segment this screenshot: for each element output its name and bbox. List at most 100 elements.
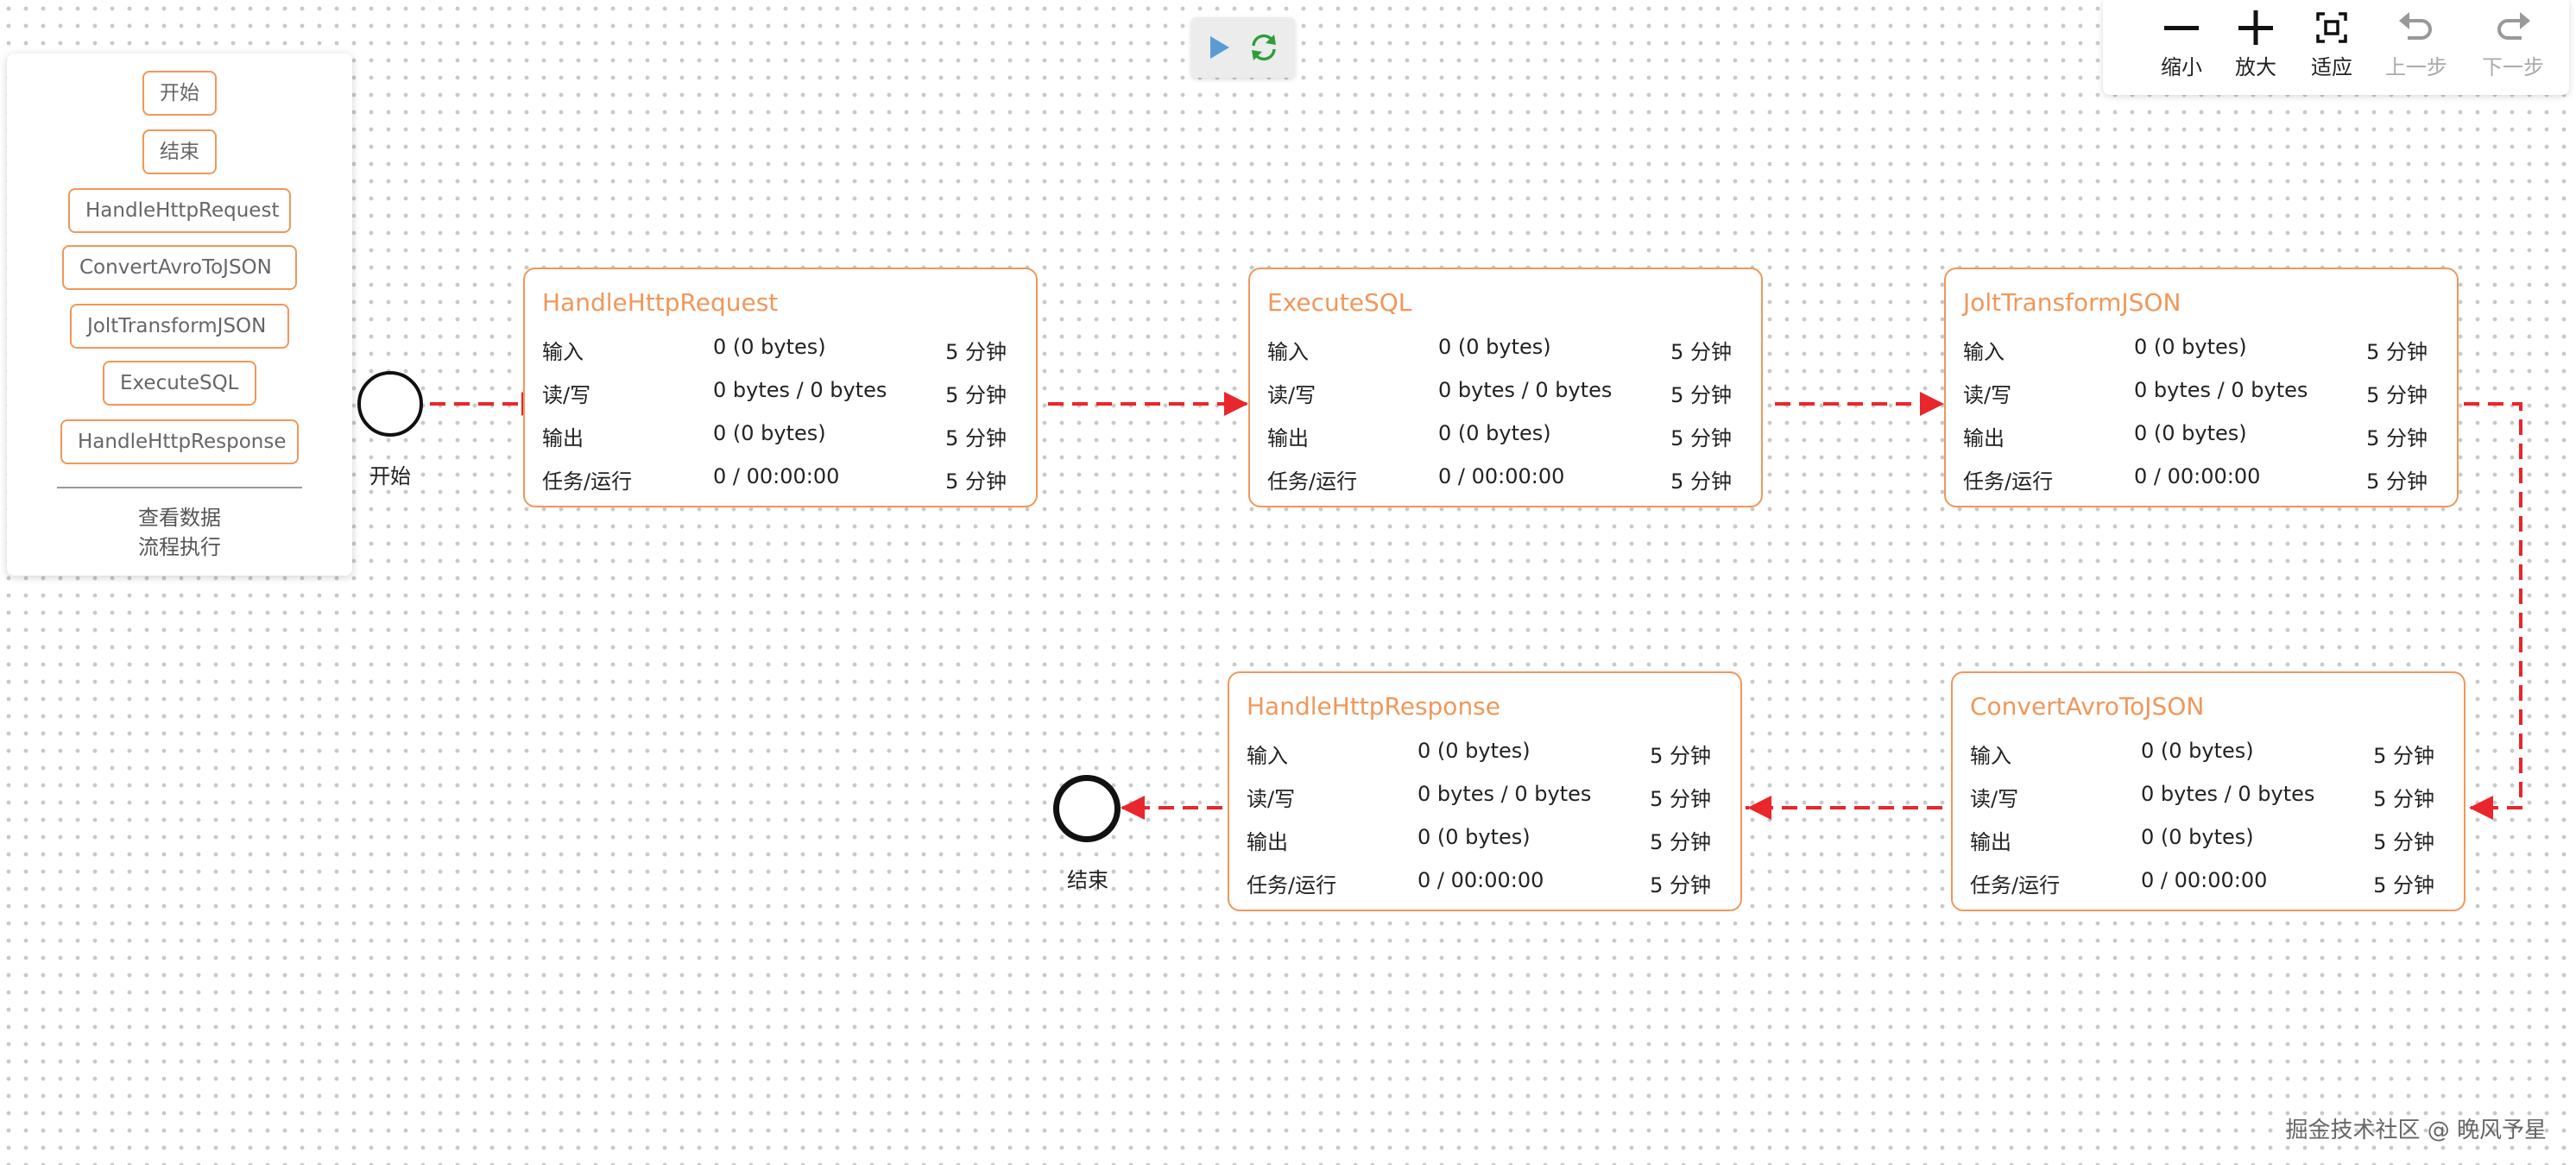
row-value: 0 (0 bytes) (2141, 825, 2254, 849)
node-row-output: 输出 0 (0 bytes) 5 分钟 (1970, 825, 2434, 860)
row-value: 0 bytes / 0 bytes (2141, 782, 2315, 806)
node-row-tasks: 任务/运行 0 / 00:00:00 5 分钟 (1267, 464, 1732, 499)
node-row-readwrite: 读/写 0 bytes / 0 bytes 5 分钟 (1247, 782, 1711, 816)
row-label: 输入 (1970, 744, 2011, 768)
node-row-tasks: 任务/运行 0 / 00:00:00 5 分钟 (542, 464, 1007, 499)
row-time: 5 分钟 (1650, 873, 1711, 897)
palette-item-executesql[interactable]: ExecuteSQL (103, 361, 256, 406)
row-label: 输入 (1267, 340, 1309, 364)
row-time: 5 分钟 (1670, 383, 1732, 407)
run-flow-link[interactable]: 流程执行 (7, 530, 352, 560)
row-label: 输出 (1247, 830, 1288, 854)
fit-button[interactable]: 适应 (2293, 9, 2371, 86)
zoom-out-label: 缩小 (2161, 55, 2202, 79)
redo-icon (2497, 12, 2530, 40)
row-time: 5 分钟 (1670, 340, 1732, 364)
row-time: 5 分钟 (1670, 426, 1732, 450)
row-value: 0 bytes / 0 bytes (2134, 378, 2308, 402)
node-title: JoltTransformJSON (1963, 288, 2181, 317)
arrowhead (1920, 392, 1944, 416)
watermark: 掘金技术社区 @ 晚风予星 (2285, 1118, 2547, 1143)
undo-icon (2399, 12, 2432, 40)
zoom-in-button[interactable]: 放大 (2217, 9, 2295, 86)
row-label: 输出 (542, 426, 584, 450)
row-time: 5 分钟 (2373, 830, 2434, 854)
node-row-tasks: 任务/运行 0 / 00:00:00 5 分钟 (1963, 464, 2428, 499)
start-label: 开始 (369, 464, 411, 488)
row-value: 0 (0 bytes) (713, 335, 826, 359)
flow-edges (430, 392, 2522, 820)
row-time: 5 分钟 (2366, 383, 2428, 407)
processor-node-handlehttprequest[interactable]: HandleHttpRequest 输入 0 (0 bytes) 5 分钟 读/写 0… (523, 268, 1038, 507)
row-label: 任务/运行 (1247, 873, 1337, 897)
refresh-icon[interactable] (1248, 33, 1279, 66)
play-icon[interactable] (1209, 35, 1231, 64)
palette-item-start[interactable]: 开始 (142, 71, 217, 116)
palette-item-end[interactable]: 结束 (142, 129, 217, 174)
row-value: 0 (0 bytes) (1417, 825, 1531, 849)
row-value: 0 / 00:00:00 (2134, 464, 2261, 488)
row-time: 5 分钟 (2366, 340, 2428, 364)
arrowhead (2469, 796, 2493, 820)
node-title: HandleHttpRequest (542, 288, 779, 317)
row-value: 0 (0 bytes) (1417, 739, 1531, 763)
end-label: 结束 (1067, 868, 1108, 892)
row-time: 5 分钟 (2373, 744, 2434, 768)
redo-label: 下一步 (2482, 55, 2544, 79)
node-row-tasks: 任务/运行 0 / 00:00:00 5 分钟 (1970, 868, 2434, 903)
node-row-readwrite: 读/写 0 bytes / 0 bytes 5 分钟 (1267, 378, 1732, 412)
node-row-readwrite: 读/写 0 bytes / 0 bytes 5 分钟 (1963, 378, 2428, 412)
row-time: 5 分钟 (2373, 873, 2434, 897)
row-label: 输出 (1970, 830, 2011, 854)
redo-button[interactable]: 下一步 (2466, 9, 2560, 86)
processor-node-convertavrotojson[interactable]: ConvertAvroToJSON 输入 0 (0 bytes) 5 分钟 读/写 0… (1951, 671, 2466, 911)
node-row-input: 输入 0 (0 bytes) 5 分钟 (542, 335, 1007, 369)
row-label: 输入 (542, 340, 584, 364)
palette-item-handlehttprequest[interactable]: HandleHttpRequest (68, 188, 291, 233)
node-row-output: 输出 0 (0 bytes) 5 分钟 (542, 421, 1007, 456)
end-event[interactable] (1053, 775, 1121, 842)
row-label: 任务/运行 (1970, 873, 2061, 897)
row-value: 0 / 00:00:00 (2141, 868, 2268, 892)
palette-item-convertavrotojson[interactable]: ConvertAvroToJSON (62, 245, 297, 290)
row-time: 5 分钟 (945, 383, 1007, 407)
row-value: 0 (0 bytes) (1438, 421, 1551, 445)
node-title: ExecuteSQL (1267, 288, 1412, 317)
row-value: 0 (0 bytes) (713, 421, 826, 445)
palette-item-handlehttpresponse[interactable]: HandleHttpResponse (60, 419, 299, 464)
node-row-input: 输入 0 (0 bytes) 5 分钟 (1970, 739, 2434, 773)
row-label: 输入 (1247, 744, 1288, 768)
arrowhead (1224, 392, 1248, 416)
processor-node-jolttransformjson[interactable]: JoltTransformJSON 输入 0 (0 bytes) 5 分钟 读/写 0… (1944, 268, 2459, 507)
row-label: 输出 (1267, 426, 1309, 450)
row-label: 任务/运行 (542, 469, 633, 494)
node-row-output: 输出 0 (0 bytes) 5 分钟 (1267, 421, 1732, 456)
row-time: 5 分钟 (1650, 787, 1711, 811)
row-value: 0 / 00:00:00 (713, 464, 840, 488)
processor-node-handlehttpresponse[interactable]: HandleHttpResponse 输入 0 (0 bytes) 5 分钟 读/写… (1228, 671, 1742, 911)
row-value: 0 (0 bytes) (2134, 335, 2247, 359)
row-label: 任务/运行 (1963, 469, 2054, 494)
start-event[interactable] (357, 371, 423, 437)
edge-jolttransformjson-to-convertavrotojson (2464, 402, 2522, 809)
node-row-input: 输入 0 (0 bytes) 5 分钟 (1247, 739, 1711, 773)
row-label: 读/写 (1247, 787, 1296, 811)
undo-button[interactable]: 上一步 (2369, 9, 2464, 86)
zoom-out-button[interactable]: 缩小 (2143, 9, 2220, 86)
row-value: 0 / 00:00:00 (1417, 868, 1544, 892)
row-label: 任务/运行 (1267, 469, 1358, 494)
row-label: 读/写 (1970, 787, 2019, 811)
palette-item-jolttransformjson[interactable]: JoltTransformJSON (70, 304, 289, 349)
row-time: 5 分钟 (945, 426, 1007, 450)
view-data-link[interactable]: 查看数据 (7, 501, 352, 531)
row-value: 0 bytes / 0 bytes (1438, 378, 1613, 402)
node-row-input: 输入 0 (0 bytes) 5 分钟 (1963, 335, 2428, 369)
row-value: 0 (0 bytes) (2134, 421, 2247, 445)
processor-node-executesql[interactable]: ExecuteSQL 输入 0 (0 bytes) 5 分钟 读/写 0 bytes … (1248, 268, 1763, 507)
row-time: 5 分钟 (1670, 469, 1732, 494)
minus-icon (2164, 26, 2199, 30)
row-value: 0 (0 bytes) (1438, 335, 1551, 359)
arrowhead (1747, 796, 1771, 820)
row-value: 0 (0 bytes) (2141, 739, 2254, 763)
row-label: 输出 (1963, 426, 2005, 450)
